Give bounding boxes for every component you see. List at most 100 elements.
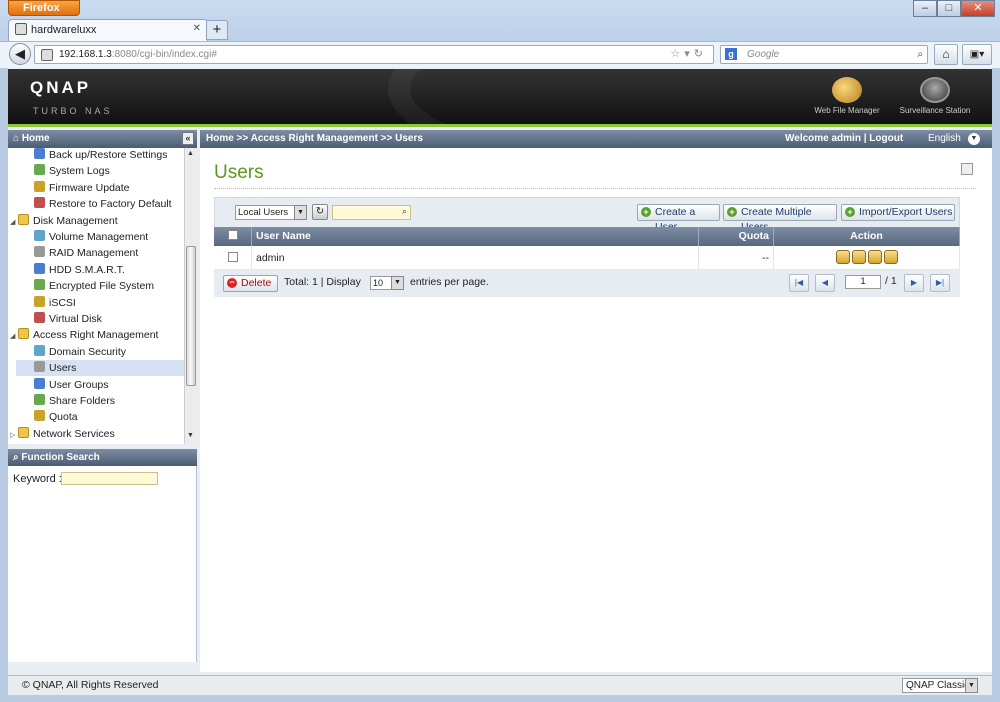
- maximize-button[interactable]: □: [937, 0, 961, 17]
- help-icon[interactable]: [961, 163, 973, 175]
- new-tab-button[interactable]: +: [206, 20, 228, 40]
- minimize-button[interactable]: –: [913, 0, 937, 17]
- scroll-up-icon[interactable]: ▲: [187, 150, 194, 157]
- sidebar-item-domain-security[interactable]: Domain Security: [34, 344, 184, 360]
- expand-toggle-icon[interactable]: ◢: [10, 329, 18, 345]
- language-label[interactable]: English: [928, 130, 961, 148]
- scrollbar-thumb[interactable]: [186, 246, 196, 386]
- welcome-logout[interactable]: Welcome admin | Logout: [785, 130, 903, 148]
- sidebar-item-encrypted-file-system[interactable]: Encrypted File System: [34, 278, 184, 294]
- tab-title: hardwareluxx: [31, 24, 97, 36]
- column-header-action: Action: [774, 227, 960, 246]
- table-cell-actions: [774, 246, 960, 270]
- folder-icon: [18, 426, 29, 438]
- turbo-nas-label: TURBO NAS: [33, 106, 113, 116]
- keyword-input[interactable]: [61, 472, 158, 485]
- change-password-icon[interactable]: [835, 250, 850, 264]
- close-window-button[interactable]: ✕: [961, 0, 995, 17]
- chevron-down-icon[interactable]: ▼: [965, 678, 978, 693]
- select-all-checkbox[interactable]: [227, 230, 238, 240]
- sidebar-item-back-up-restore-settings[interactable]: Back up/Restore Settings: [34, 148, 184, 163]
- sidebar-item-hdd-s-m-a-r-t[interactable]: HDD S.M.A.R.T.: [34, 262, 184, 278]
- last-page-button[interactable]: ▶|: [930, 274, 950, 292]
- folder-permission-icon[interactable]: [883, 250, 898, 264]
- column-header-quota[interactable]: Quota: [699, 227, 774, 246]
- function-search-header: ⌕ Function Search: [8, 449, 197, 466]
- sidebar-item-virtual-disk[interactable]: Virtual Disk: [34, 311, 184, 327]
- sidebar-item-quota[interactable]: Quota: [34, 409, 184, 425]
- sidebar-item-system-logs[interactable]: System Logs: [34, 163, 184, 179]
- delete-button[interactable]: Delete: [223, 275, 278, 292]
- sidebar-item-users[interactable]: Users: [16, 360, 184, 377]
- surveillance-station-app[interactable]: Surveillance Station: [895, 77, 975, 115]
- sidebar-item-user-groups[interactable]: User Groups: [34, 377, 184, 393]
- create-multiple-users-button[interactable]: Create Multiple Users: [723, 204, 837, 233]
- close-tab-icon[interactable]: ✕: [193, 23, 201, 34]
- sidebar-item-volume-management[interactable]: Volume Management: [34, 229, 184, 245]
- collapse-sidebar-button[interactable]: «: [182, 132, 194, 145]
- sidebar-item-restore-to-factory-default[interactable]: Restore to Factory Default: [34, 196, 184, 212]
- copyright: © QNAP, All Rights Reserved: [22, 679, 159, 691]
- surveillance-camera-icon: [920, 77, 950, 103]
- language-dropdown-icon[interactable]: ▼: [968, 133, 980, 145]
- sidebar-item-label: Users: [49, 362, 77, 375]
- magnifier-icon: ⌕: [13, 452, 19, 463]
- sidebar-item-access-right-management[interactable]: ◢ Access Right Management: [10, 327, 182, 343]
- sidebar-home-label[interactable]: Home: [22, 133, 50, 144]
- first-page-button[interactable]: |◀: [789, 274, 809, 292]
- browser-tab[interactable]: hardwareluxx ✕: [8, 19, 208, 41]
- sidebar-scrollbar[interactable]: ▲ ▼: [184, 148, 197, 444]
- expand-toggle-icon[interactable]: ◢: [10, 215, 18, 231]
- breadcrumb[interactable]: Home >> Access Right Management >> Users: [206, 130, 423, 148]
- page-number-input[interactable]: 1: [845, 275, 881, 289]
- url-controls-icon[interactable]: ☆▾↻: [670, 46, 707, 63]
- sidebar-item-label: Domain Security: [49, 345, 127, 358]
- previous-page-button[interactable]: ◀: [815, 274, 835, 292]
- scroll-down-icon[interactable]: ▼: [187, 432, 194, 439]
- site-identity-icon: [41, 49, 53, 61]
- web-file-manager-app[interactable]: Web File Manager: [807, 77, 887, 115]
- share-folders-icon: [34, 394, 45, 405]
- user-search-input[interactable]: ⌕: [332, 205, 411, 220]
- encrypted-file-system-icon: [34, 279, 45, 291]
- back-up-restore-settings-icon: [34, 148, 45, 159]
- google-engine-icon[interactable]: g: [725, 48, 737, 60]
- sidebar-item-firmware-update[interactable]: Firmware Update: [34, 180, 184, 196]
- home-button[interactable]: ⌂: [934, 44, 958, 65]
- sidebar-item-label: Quota: [49, 411, 78, 424]
- chevron-down-icon[interactable]: ▼: [294, 205, 307, 220]
- next-page-button[interactable]: ▶: [904, 274, 924, 292]
- edit-profile-icon[interactable]: [851, 250, 866, 264]
- quota-icon: [34, 410, 45, 422]
- row-select-checkbox[interactable]: [227, 252, 238, 262]
- sidebar-item-label: Virtual Disk: [49, 313, 102, 325]
- column-header-username[interactable]: User Name: [252, 227, 699, 246]
- search-icon[interactable]: ⌕: [402, 206, 407, 217]
- addon-bar-button[interactable]: ▣▾: [962, 44, 992, 65]
- url-path: :8080/cgi-bin/index.cgi#: [111, 49, 217, 60]
- per-page-select[interactable]: 10 ▼: [370, 276, 404, 290]
- sidebar-item-raid-management[interactable]: RAID Management: [34, 245, 184, 261]
- page-total-label: / 1: [885, 275, 897, 287]
- create-user-button[interactable]: Create a User: [637, 204, 720, 233]
- sidebar-item-disk-management[interactable]: ◢ Disk Management: [10, 213, 182, 229]
- sidebar-tree: Back up/Restore Settings System Logs Firmw…: [8, 148, 197, 444]
- status-bar: © QNAP, All Rights Reserved QNAP Classic…: [8, 675, 992, 695]
- url-bar[interactable]: 192.168.1.3:8080/cgi-bin/index.cgi# ☆▾↻: [34, 45, 714, 64]
- search-bar[interactable]: g Google ⌕: [720, 45, 928, 64]
- expand-toggle-icon[interactable]: ▷: [10, 428, 18, 444]
- sidebar-item-iscsi[interactable]: iSCSI: [34, 295, 184, 311]
- search-icon[interactable]: ⌕: [917, 46, 923, 63]
- sidebar-item-share-folders[interactable]: Share Folders: [34, 393, 184, 409]
- back-button[interactable]: ◀: [9, 43, 31, 65]
- system-logs-icon: [34, 164, 45, 176]
- chevron-down-icon[interactable]: ▼: [391, 276, 404, 290]
- refresh-button[interactable]: ↻: [312, 204, 328, 220]
- theme-select[interactable]: QNAP Classic ▼: [902, 678, 978, 693]
- firefox-menu-button[interactable]: Firefox: [8, 0, 80, 16]
- iscsi-icon: [34, 295, 45, 307]
- user-group-icon[interactable]: [867, 250, 882, 264]
- import-export-users-button[interactable]: Import/Export Users: [841, 204, 955, 221]
- user-type-select[interactable]: Local Users ▼: [235, 205, 307, 220]
- sidebar-item-network-services[interactable]: ▷ Network Services: [10, 426, 182, 442]
